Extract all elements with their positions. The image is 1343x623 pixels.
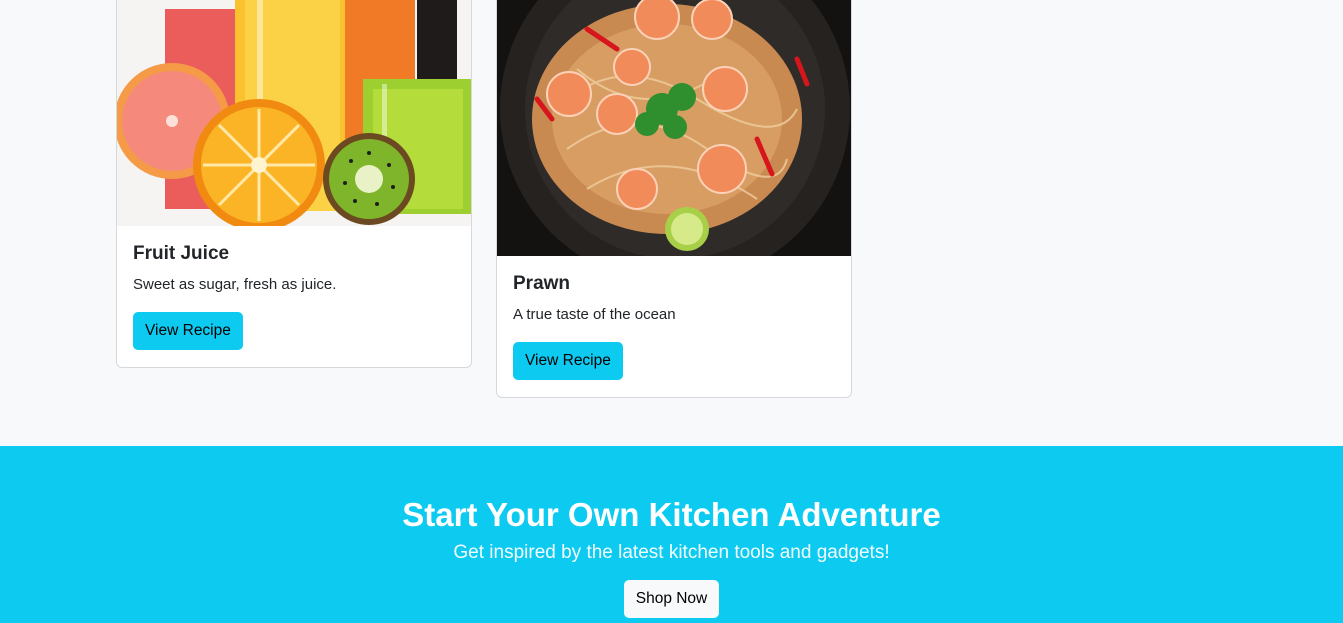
recipe-card-fruit-juice: Fruit Juice Sweet as sugar, fresh as jui… — [116, 0, 472, 368]
kitchen-adventure-banner: Start Your Own Kitchen Adventure Get ins… — [0, 446, 1343, 623]
view-recipe-button[interactable]: View Recipe — [513, 342, 623, 380]
shop-now-button[interactable]: Shop Now — [623, 580, 720, 618]
banner-heading: Start Your Own Kitchen Adventure — [402, 496, 941, 533]
card-body: Prawn A true taste of the ocean View Rec… — [497, 256, 851, 380]
recipe-description: A true taste of the ocean — [513, 306, 676, 323]
page: Fruit Juice Sweet as sugar, fresh as jui… — [0, 0, 1343, 623]
recipe-card-prawn: Prawn A true taste of the ocean View Rec… — [496, 0, 852, 398]
recipe-description: Sweet as sugar, fresh as juice. — [133, 276, 337, 293]
recipe-title: Fruit Juice — [133, 243, 230, 264]
recipe-title: Prawn — [513, 273, 571, 294]
fruit-juice-image — [117, 0, 471, 226]
prawn-image — [497, 0, 851, 256]
view-recipe-button[interactable]: View Recipe — [133, 312, 243, 350]
banner-subheading: Get inspired by the latest kitchen tools… — [453, 542, 890, 563]
card-body: Fruit Juice Sweet as sugar, fresh as jui… — [117, 226, 471, 350]
